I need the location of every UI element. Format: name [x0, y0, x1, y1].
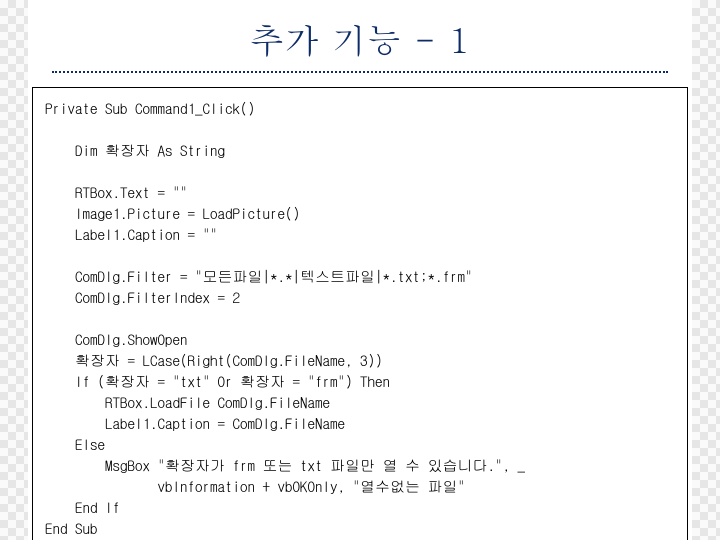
code-listing: Private Sub Command1_Click() Dim 확장자 As … — [32, 87, 688, 540]
title-underline — [52, 71, 668, 73]
decorative-strip-right — [692, 0, 720, 540]
decorative-strip-left — [0, 0, 28, 540]
page-title: 추가 기능 - 1 — [28, 0, 692, 71]
slide-page: 추가 기능 - 1 Private Sub Command1_Click() D… — [28, 0, 692, 540]
